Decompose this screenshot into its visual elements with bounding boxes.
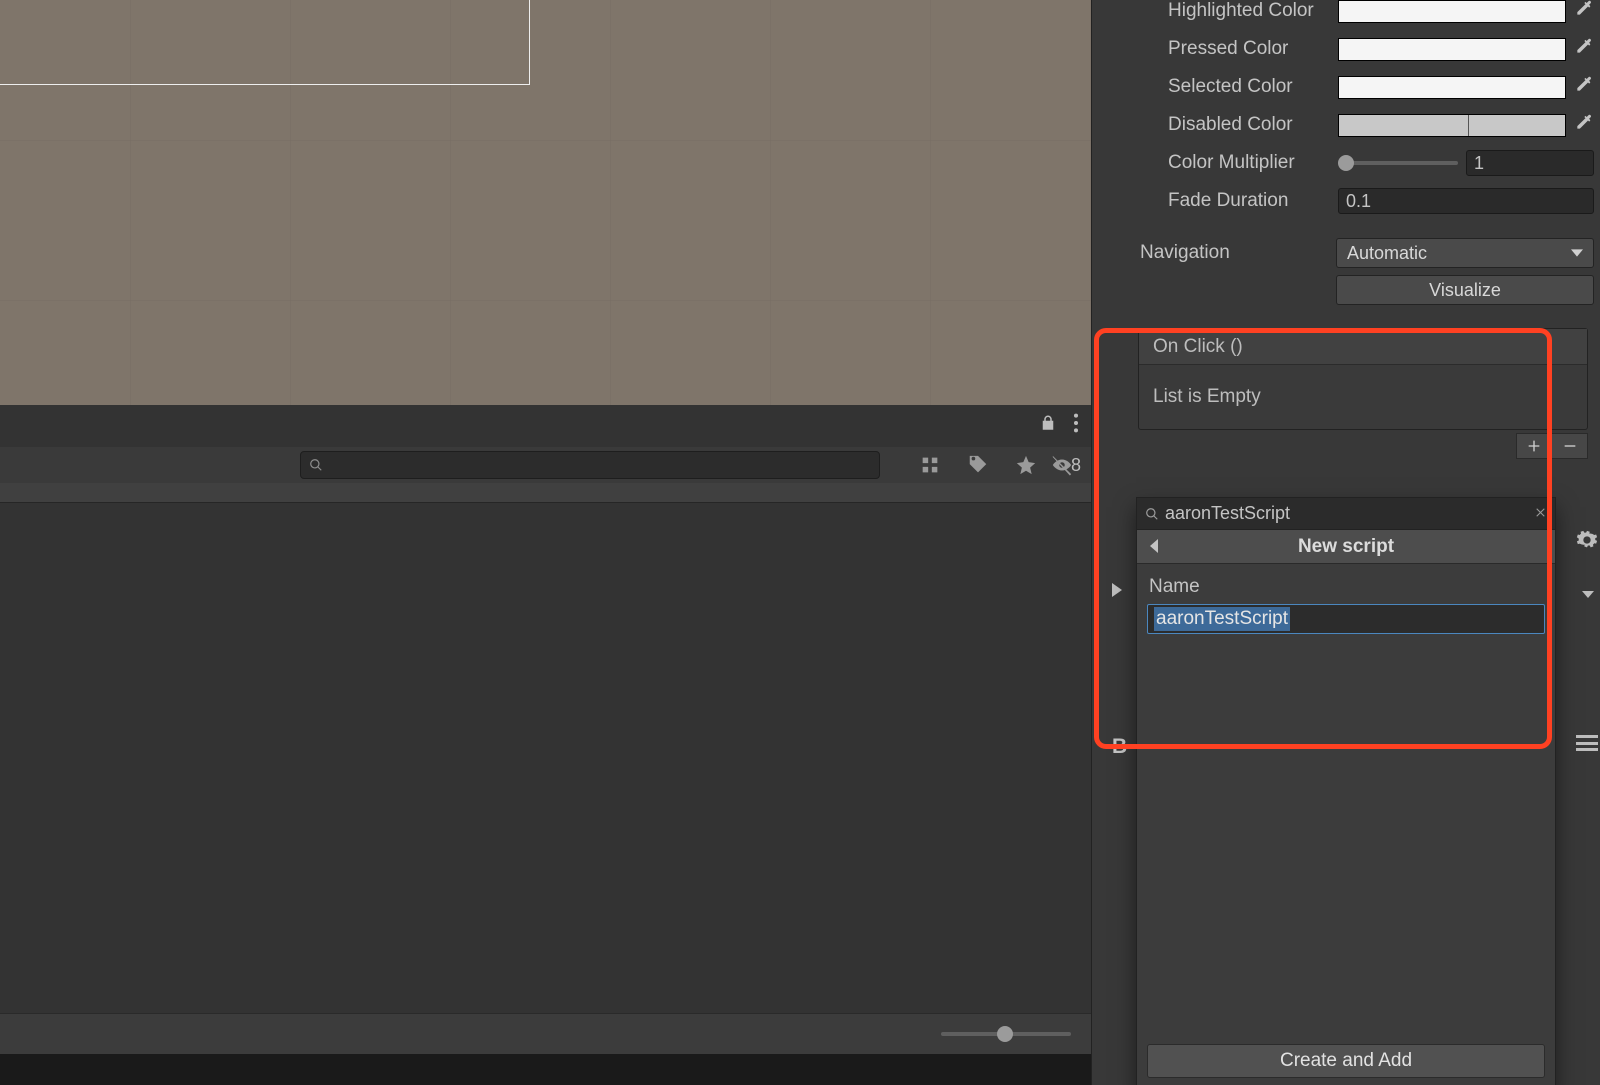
onclick-empty-label: List is Empty (1139, 365, 1587, 429)
visualize-row: Visualize (1092, 272, 1600, 308)
project-bottom-bar (0, 1013, 1091, 1054)
pressed-color-label: Pressed Color (1168, 38, 1338, 60)
scene-view[interactable] (0, 0, 1091, 405)
navigation-dropdown[interactable]: Automatic (1336, 238, 1594, 268)
color-multiplier-value[interactable]: 1 (1466, 150, 1594, 176)
script-name-input[interactable]: aaronTestScript (1147, 604, 1545, 634)
slider-knob[interactable] (997, 1026, 1013, 1042)
popup-header: New script (1137, 530, 1555, 564)
onclick-event-box: On Click () List is Empty (1138, 328, 1588, 430)
project-filter-bar: 8 (0, 447, 1091, 483)
inspector-panel: Highlighted Color Pressed Color Selected… (1091, 0, 1600, 1085)
eyedropper-icon[interactable] (1574, 74, 1594, 100)
selected-color-swatch[interactable] (1338, 76, 1566, 99)
drag-handle-icon[interactable] (1576, 735, 1598, 751)
project-content[interactable] (0, 503, 1091, 1013)
gear-icon[interactable] (1576, 529, 1598, 551)
project-subheader (0, 483, 1091, 503)
selected-color-label: Selected Color (1168, 76, 1338, 98)
fade-duration-value[interactable]: 0.1 (1338, 188, 1594, 214)
navigation-value: Automatic (1347, 243, 1427, 264)
slider-knob[interactable] (1338, 155, 1354, 171)
statusbar (0, 1054, 1091, 1085)
favorite-icon[interactable] (1003, 450, 1049, 480)
hidden-toggle-icon[interactable]: 8 (1051, 450, 1081, 480)
eyedropper-icon[interactable] (1574, 36, 1594, 62)
pressed-color-row: Pressed Color (1092, 30, 1600, 68)
selected-color-row: Selected Color (1092, 68, 1600, 106)
add-listener-button[interactable] (1516, 433, 1552, 459)
color-multiplier-label: Color Multiplier (1168, 152, 1338, 174)
scene-selection-rect (0, 0, 530, 85)
clear-icon[interactable] (1534, 503, 1547, 525)
filter-by-label-icon[interactable] (955, 450, 1001, 480)
filter-by-type-icon[interactable] (907, 450, 953, 480)
disabled-color-swatch[interactable] (1338, 114, 1566, 137)
kebab-menu-icon[interactable] (1073, 412, 1079, 440)
highlighted-color-label: Highlighted Color (1168, 0, 1338, 22)
bold-label: B (1112, 735, 1127, 759)
popup-search-row: aaronTestScript (1137, 498, 1555, 530)
add-component-popup: aaronTestScript New script Name aaronTes… (1136, 497, 1556, 1085)
popup-search-input[interactable]: aaronTestScript (1165, 503, 1528, 524)
expand-icon[interactable] (1112, 583, 1122, 597)
thumbnail-size-slider[interactable] (941, 1032, 1071, 1036)
pressed-color-swatch[interactable] (1338, 38, 1566, 61)
script-name-label: Name (1147, 570, 1545, 604)
navigation-label: Navigation (1140, 242, 1336, 264)
chevron-down-icon (1582, 591, 1594, 598)
script-name-value: aaronTestScript (1154, 607, 1290, 631)
visualize-button[interactable]: Visualize (1336, 275, 1594, 305)
eyedropper-icon[interactable] (1574, 0, 1594, 24)
search-icon (309, 458, 323, 472)
color-multiplier-row: Color Multiplier 1 (1092, 144, 1600, 182)
disabled-color-label: Disabled Color (1168, 114, 1338, 136)
popup-spacer (1137, 644, 1555, 1044)
project-search-input[interactable] (300, 451, 880, 479)
onclick-header: On Click () (1139, 329, 1587, 365)
disabled-color-row: Disabled Color (1092, 106, 1600, 144)
fade-duration-label: Fade Duration (1168, 190, 1338, 212)
search-icon (1145, 507, 1159, 521)
fade-duration-row: Fade Duration 0.1 (1092, 182, 1600, 220)
project-panel-topbar (0, 405, 1091, 447)
back-icon[interactable] (1145, 536, 1165, 556)
highlighted-color-swatch[interactable] (1338, 0, 1566, 23)
hidden-count: 8 (1071, 455, 1081, 476)
popup-title: New script (1298, 536, 1394, 558)
highlighted-color-row: Highlighted Color (1092, 0, 1600, 30)
create-and-add-button[interactable]: Create and Add (1147, 1044, 1545, 1078)
remove-listener-button[interactable] (1552, 433, 1588, 459)
eyedropper-icon[interactable] (1574, 112, 1594, 138)
lock-icon[interactable] (1039, 414, 1057, 438)
color-multiplier-slider[interactable] (1338, 161, 1458, 165)
navigation-row: Navigation Automatic (1092, 234, 1600, 272)
